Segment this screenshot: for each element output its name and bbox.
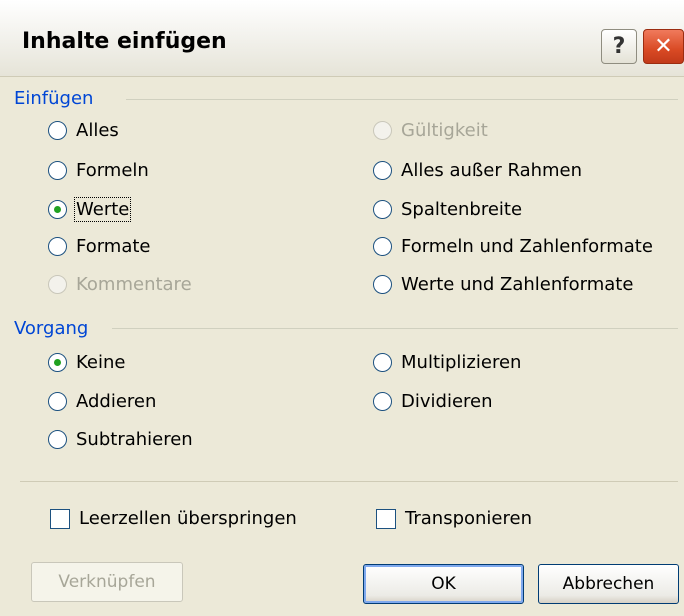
window-title: Inhalte einfügen [22,29,227,54]
radio-label: Kommentare [76,274,192,295]
radio-label: Alles außer Rahmen [401,160,583,181]
radio-label: Werte [73,197,132,222]
radio-all[interactable]: Alles [48,120,119,141]
help-button[interactable]: ? [601,29,637,64]
radio-circle [373,275,392,294]
checkbox-box [50,508,70,529]
radio-formats[interactable]: Formate [48,236,151,257]
radio-circle [48,392,67,411]
radio-circle [48,161,67,180]
separator [20,481,678,482]
help-icon: ? [612,34,626,59]
radio-label: Keine [76,352,126,373]
close-button[interactable]: ✕ [643,29,684,64]
radio-label: Formeln und Zahlenformate [401,236,653,257]
radio-circle [373,237,392,256]
radio-formulas-and-number-formats[interactable]: Formeln und Zahlenformate [373,236,653,257]
radio-divide[interactable]: Dividieren [373,391,493,412]
operation-group-label: Vorgang [14,318,89,339]
checkbox-box [376,508,396,529]
radio-circle [373,161,392,180]
radio-subtract[interactable]: Subtrahieren [48,429,193,450]
radio-label: Formate [76,236,151,257]
radio-values-and-number-formats[interactable]: Werte und Zahlenformate [373,274,633,295]
checkbox-label: Leerzellen überspringen [79,508,297,529]
radio-circle [373,121,392,140]
radio-circle [48,200,67,219]
radio-values[interactable]: Werte [48,197,132,222]
paste-group-label: Einfügen [14,88,94,109]
radio-add[interactable]: Addieren [48,391,156,412]
link-button: Verknüpfen [31,562,183,602]
radio-all-except-borders[interactable]: Alles außer Rahmen [373,160,582,181]
radio-circle [48,353,67,372]
radio-label: Dividieren [401,391,493,412]
radio-label: Gültigkeit [401,120,488,141]
checkbox-transpose[interactable]: Transponieren [376,508,532,529]
radio-multiply[interactable]: Multiplizieren [373,352,521,373]
radio-circle [48,237,67,256]
operation-group-divider [112,328,678,329]
title-bar: Inhalte einfügen ? ✕ [0,0,684,77]
radio-label: Werte und Zahlenformate [401,274,634,295]
radio-label: Subtrahieren [76,429,193,450]
radio-selected-dot [54,359,61,366]
radio-label: Alles [76,120,119,141]
cancel-button[interactable]: Abbrechen [538,564,679,604]
radio-comments: Kommentare [48,274,192,295]
checkbox-label: Transponieren [405,508,532,529]
close-icon: ✕ [654,34,673,59]
radio-label: Formeln [76,160,149,181]
radio-label: Spaltenbreite [401,199,523,220]
radio-circle [48,430,67,449]
radio-label: Addieren [76,391,157,412]
radio-circle [48,275,67,294]
radio-circle [48,121,67,140]
radio-none[interactable]: Keine [48,352,125,373]
radio-circle [373,392,392,411]
radio-formulas[interactable]: Formeln [48,160,149,181]
radio-column-widths[interactable]: Spaltenbreite [373,199,522,220]
ok-button[interactable]: OK [363,564,524,604]
radio-validation: Gültigkeit [373,120,488,141]
checkbox-skip-blanks[interactable]: Leerzellen überspringen [50,508,297,529]
radio-circle [373,353,392,372]
paste-group-divider [126,99,678,100]
radio-label: Multiplizieren [401,352,522,373]
radio-circle [373,200,392,219]
radio-selected-dot [54,206,61,213]
